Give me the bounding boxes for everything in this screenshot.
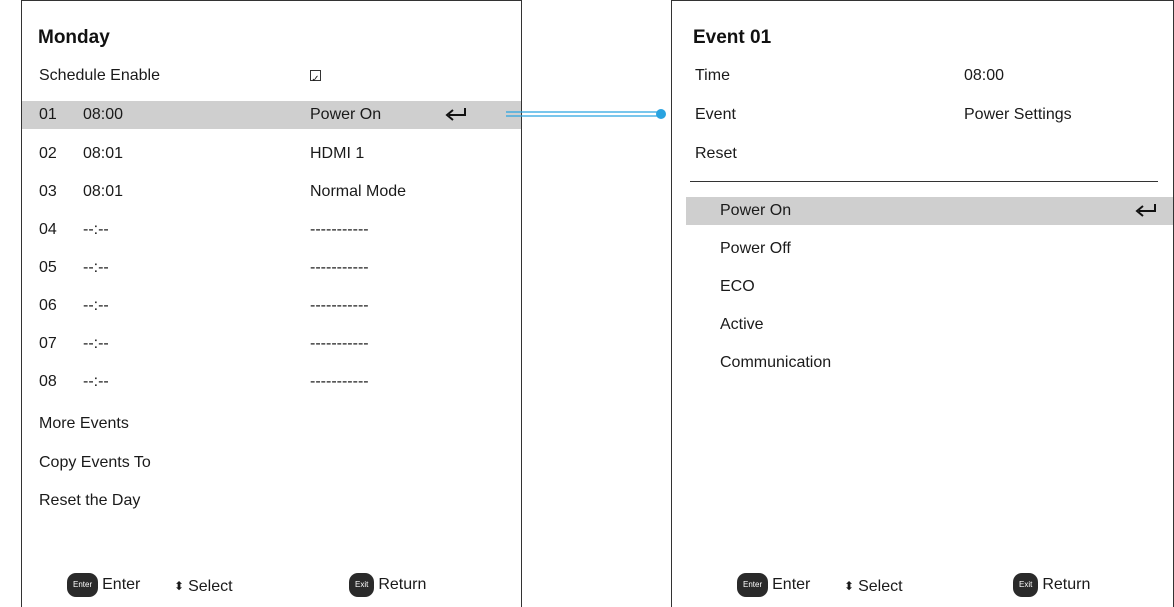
option-communication[interactable]: Communication — [672, 349, 1173, 377]
enter-key-icon: Enter — [737, 573, 769, 597]
copy-events-label: Copy Events To — [39, 454, 151, 471]
option-label: Power Off — [720, 240, 791, 257]
event-number: 02 — [39, 145, 57, 162]
footer-return-hint: Exit Return — [1013, 573, 1090, 597]
footer-enter-hint: Enter Enter — [737, 573, 810, 597]
connector-dot-icon — [656, 109, 666, 119]
event-action: ----------- — [310, 373, 369, 390]
event-number: 08 — [39, 373, 57, 390]
event-row[interactable]: Event Power Settings — [672, 101, 1173, 129]
event-action: ----------- — [310, 335, 369, 352]
event-number: 04 — [39, 221, 57, 238]
event-row-06[interactable]: 06 --:-- ----------- — [22, 292, 521, 320]
event-action: Power On — [310, 106, 382, 123]
checkmark-icon: ✓ — [311, 74, 320, 85]
return-arrow-icon — [1135, 204, 1156, 217]
event-action: ----------- — [310, 297, 369, 314]
select-hint-label: Select — [188, 578, 233, 595]
event-time: --:-- — [83, 373, 109, 390]
event-row-02[interactable]: 02 08:01 HDMI 1 — [22, 140, 521, 168]
event-number: 03 — [39, 183, 57, 200]
select-hint-label: Select — [858, 578, 903, 595]
option-label: ECO — [720, 278, 755, 295]
option-active[interactable]: Active — [672, 311, 1173, 339]
return-arrow-icon — [445, 108, 466, 121]
event-action: HDMI 1 — [310, 145, 365, 162]
event-action: Normal Mode — [310, 183, 407, 200]
event-time: 08:01 — [83, 145, 124, 162]
schedule-enable-checkbox[interactable]: ✓ — [310, 70, 321, 85]
event-time: 08:01 — [83, 183, 124, 200]
event-row-05[interactable]: 05 --:-- ----------- — [22, 254, 521, 282]
footer-select-hint: ⬍ Select — [174, 576, 233, 597]
footer-select-hint: ⬍ Select — [844, 576, 903, 597]
event-row-07[interactable]: 07 --:-- ----------- — [22, 330, 521, 358]
return-hint-label: Return — [1042, 576, 1091, 593]
divider — [690, 181, 1158, 182]
panel-title: Monday — [38, 27, 110, 48]
reset-day-label: Reset the Day — [39, 492, 141, 509]
event-time: 08:00 — [83, 106, 124, 123]
event-number: 01 — [39, 106, 57, 123]
exit-key-icon: Exit — [349, 573, 375, 597]
return-hint-label: Return — [378, 576, 427, 593]
event-row-08[interactable]: 08 --:-- ----------- — [22, 368, 521, 396]
reset-row[interactable]: Reset — [672, 140, 1173, 168]
schedule-enable-label: Schedule Enable — [39, 67, 160, 84]
event-number: 06 — [39, 297, 57, 314]
event-action: ----------- — [310, 259, 369, 276]
time-label: Time — [695, 67, 730, 84]
event-value: Power Settings — [964, 106, 1072, 123]
event-time: --:-- — [83, 297, 109, 314]
event-row-03[interactable]: 03 08:01 Normal Mode — [22, 178, 521, 206]
option-power-off[interactable]: Power Off — [672, 235, 1173, 263]
schedule-enable-row[interactable]: Schedule Enable ✓ — [22, 62, 521, 90]
event-time: --:-- — [83, 259, 109, 276]
time-row[interactable]: Time 08:00 — [672, 62, 1173, 90]
reset-day-item[interactable]: Reset the Day — [22, 487, 521, 515]
event-number: 05 — [39, 259, 57, 276]
panel-title: Event 01 — [693, 27, 772, 48]
copy-events-item[interactable]: Copy Events To — [22, 449, 521, 477]
option-power-on[interactable]: Power On — [686, 197, 1173, 225]
exit-key-icon: Exit — [1013, 573, 1039, 597]
submenu-connector — [506, 109, 666, 119]
option-label: Active — [720, 316, 764, 333]
more-events-item[interactable]: More Events — [22, 410, 521, 438]
event-row-04[interactable]: 04 --:-- ----------- — [22, 216, 521, 244]
option-eco[interactable]: ECO — [672, 273, 1173, 301]
event-time: --:-- — [83, 335, 109, 352]
option-label: Communication — [720, 354, 832, 371]
schedule-day-panel: Monday Schedule Enable ✓ 01 08:00 Power … — [21, 0, 522, 607]
event-number: 07 — [39, 335, 57, 352]
event-label: Event — [695, 106, 736, 123]
footer-enter-hint: Enter Enter — [67, 573, 140, 597]
reset-label: Reset — [695, 145, 737, 162]
event-time: --:-- — [83, 221, 109, 238]
enter-hint-label: Enter — [772, 576, 811, 593]
up-down-arrows-icon: ⬍ — [174, 579, 185, 593]
footer-return-hint: Exit Return — [349, 573, 426, 597]
event-row-01[interactable]: 01 08:00 Power On — [22, 101, 521, 129]
enter-key-icon: Enter — [67, 573, 99, 597]
more-events-label: More Events — [39, 415, 129, 432]
event-detail-panel: Event 01 Time 08:00 Event Power Settings… — [671, 0, 1174, 607]
enter-hint-label: Enter — [102, 576, 141, 593]
option-label: Power On — [720, 202, 792, 219]
up-down-arrows-icon: ⬍ — [844, 579, 855, 593]
event-action: ----------- — [310, 221, 369, 238]
time-value: 08:00 — [964, 67, 1005, 84]
